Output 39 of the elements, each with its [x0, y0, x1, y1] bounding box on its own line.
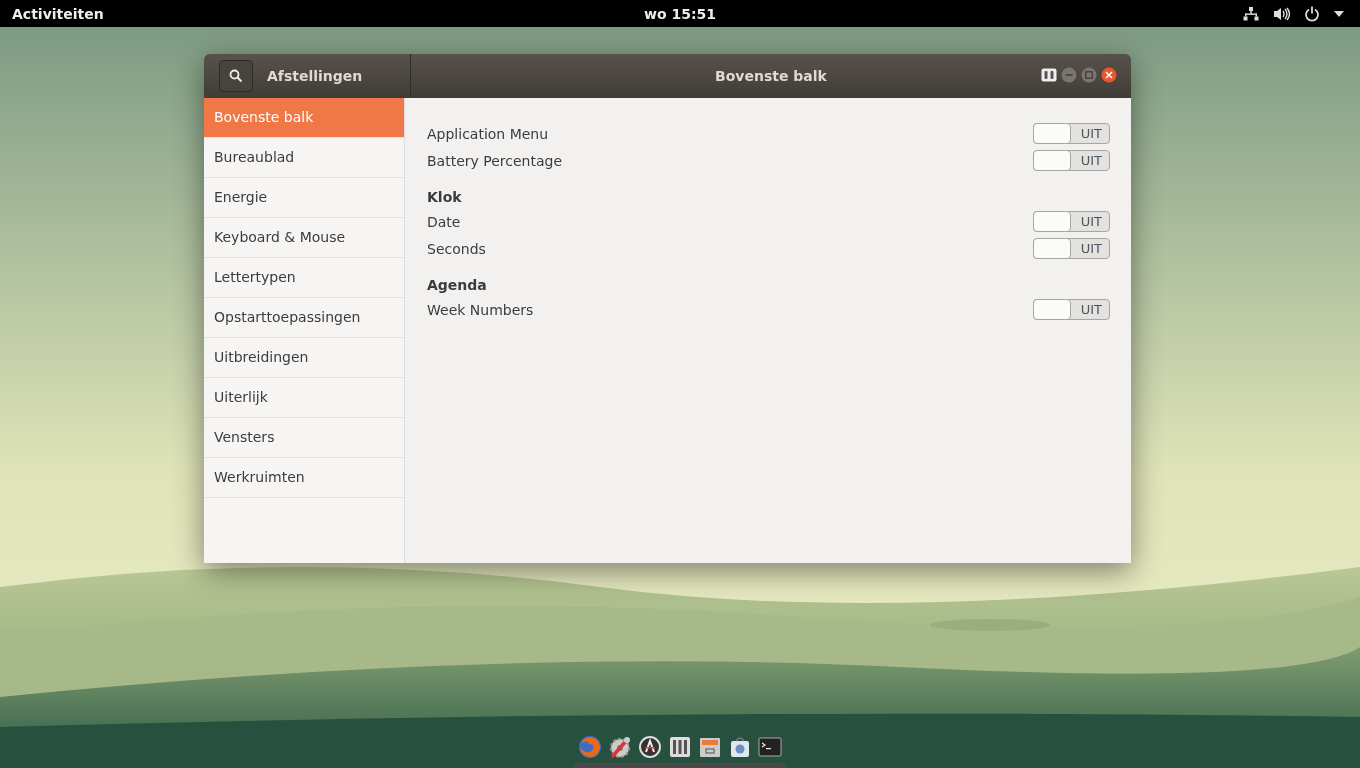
setting-label: Application Menu	[427, 125, 549, 142]
search-button[interactable]	[219, 60, 253, 92]
section-heading: Agenda	[427, 276, 488, 295]
sidebar-item[interactable]: Lettertypen	[204, 258, 404, 298]
sidebar-item[interactable]: Uiterlijk	[204, 378, 404, 418]
terminal-icon[interactable]	[758, 735, 782, 759]
sidebar-item[interactable]: Vensters	[204, 418, 404, 458]
window-title: Bovenste balk	[715, 68, 827, 84]
setting-label: Date	[427, 213, 461, 230]
caret-icon[interactable]	[1334, 10, 1344, 17]
search-icon	[229, 69, 243, 83]
sidebar-item[interactable]: Energie	[204, 178, 404, 218]
toggle-switch[interactable]: UIT	[1033, 238, 1110, 259]
toggle-switch[interactable]: UIT	[1033, 123, 1110, 144]
file-cabinet-icon[interactable]	[698, 735, 722, 759]
network-icon[interactable]	[1243, 5, 1259, 22]
mixer-icon[interactable]	[668, 735, 692, 759]
setting-label: Week Numbers	[427, 301, 534, 318]
toggle-switch[interactable]: UIT	[1033, 299, 1110, 320]
sidebar-item[interactable]: Bureaublad	[204, 138, 404, 178]
setting-label: Seconds	[427, 240, 486, 257]
sidebar-item[interactable]: Keyboard & Mouse	[204, 218, 404, 258]
activities-button[interactable]: Activiteiten	[0, 5, 104, 22]
volume-icon[interactable]	[1273, 6, 1290, 21]
sidebar-item[interactable]: Werkruimten	[204, 458, 404, 498]
app-indicator-icon[interactable]	[1041, 68, 1057, 82]
section-heading: Klok	[427, 188, 463, 207]
clock[interactable]: wo 15:51	[644, 5, 716, 22]
close-button[interactable]	[1101, 67, 1117, 83]
setting-label: Battery Percentage	[427, 152, 563, 169]
sidebar-item[interactable]: Opstarttoepassingen	[204, 298, 404, 338]
toggle-switch[interactable]: UIT	[1033, 150, 1110, 171]
toggle-switch[interactable]: UIT	[1033, 211, 1110, 232]
sidebar-item[interactable]: Uitbreidingen	[204, 338, 404, 378]
tools-icon[interactable]	[608, 735, 632, 759]
package-icon[interactable]	[728, 735, 752, 759]
app-title: Afstellingen	[267, 68, 363, 84]
browser-icon[interactable]	[578, 735, 602, 759]
power-icon[interactable]	[1304, 5, 1320, 22]
